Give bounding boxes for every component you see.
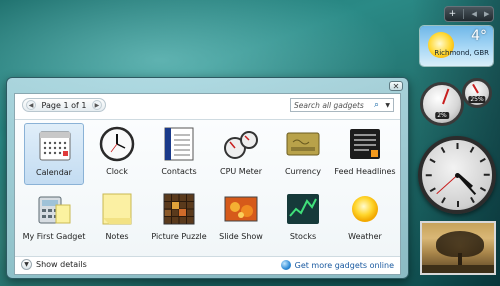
globe-icon [280,260,291,270]
next-page-button[interactable]: ▶ [91,100,102,110]
gadget-label: Currency [284,167,322,176]
gadget-label: My First Gadget [22,232,86,241]
gadget-label: Weather [348,232,382,241]
slide-show-icon [224,196,258,222]
cpu-meter-icon [224,131,258,159]
gadget-tile-calendar[interactable]: Calendar [24,123,84,185]
clock-tick [457,201,459,207]
gadget-tile-currency[interactable]: Currency [273,123,333,185]
add-gadget-button[interactable]: + [449,9,457,19]
gadget-tile-feed-headlines[interactable]: Feed Headlines [334,123,396,185]
search-dropdown-icon[interactable]: ▼ [385,102,390,109]
gadget-tile-contacts[interactable]: Contacts [149,123,209,185]
next-page-button[interactable]: ▶ [484,10,489,19]
chevron-down-icon: ▼ [21,259,32,270]
currency-icon [286,132,320,156]
ground [422,265,494,273]
gadget-label: Slide Show [219,232,263,241]
sidebar-controls-divider [463,9,465,19]
get-more-gadgets-label: Get more gadgets online [294,260,394,270]
search-input[interactable]: Search all gadgets [294,101,364,110]
memory-dial: 25% [462,78,492,108]
clock-tick [441,146,446,153]
weather-icon [352,196,378,222]
weather-gadget[interactable]: 4° Richmond, GBR [420,26,493,66]
clock-tick [441,197,446,204]
gadget-tile-stocks[interactable]: Stocks [273,188,333,250]
gadget-label: Notes [105,232,129,241]
clock-tick [429,187,436,192]
stocks-icon [287,194,319,224]
memory-readout: 25% [468,96,486,103]
gadget-tile-picture-puzzle[interactable]: Picture Puzzle [149,188,209,250]
weather-location: Richmond, GBR [434,49,489,57]
cpu-needle [442,88,450,105]
picture-puzzle-icon [163,193,195,225]
sidebar-controls: + ◀ ▶ [444,6,494,22]
clock-tick [479,187,486,192]
gadget-label: Calendar [36,168,72,177]
clock-center-pin [454,172,460,178]
cpu-readout: 2% [435,112,449,119]
gadget-tile-weather[interactable]: Weather [335,188,395,250]
gadget-label: Contacts [161,167,197,176]
gadget-label: Stocks [289,232,317,241]
memory-needle [472,83,479,94]
cpu-dial: 2% [420,82,464,126]
gadget-label: Picture Puzzle [151,232,207,241]
clock-minute-hand [457,174,477,195]
contacts-icon [164,127,194,161]
clock-tick [470,146,475,153]
feed-headlines-icon [350,129,380,159]
close-button[interactable]: ✕ [389,81,403,91]
clock-gadget[interactable] [418,136,496,214]
gadget-grid: Calendar Clock Contacts CPU Meter Curren… [15,119,400,257]
my-first-gadget-icon [38,196,71,224]
slideshow-gadget[interactable] [420,221,496,275]
previous-page-button[interactable]: ◀ [471,10,476,19]
clock-tick [457,143,459,149]
gadget-tile-slide-show[interactable]: Slide Show [211,188,271,250]
show-details-label: Show details [36,260,87,269]
calendar-icon [39,131,71,161]
gadget-gallery-window: ✕ ◀ Page 1 of 1 ▶ Search all gadgets ⌕ ▼… [6,77,409,279]
search-icon[interactable]: ⌕ [374,100,379,110]
gadget-label: Feed Headlines [334,167,396,176]
prev-page-button[interactable]: ◀ [26,100,36,110]
search-box[interactable]: Search all gadgets ⌕ ▼ [290,98,394,112]
clock-tick [470,197,475,204]
gadget-label: CPU Meter [220,167,262,176]
gallery-content: ◀ Page 1 of 1 ▶ Search all gadgets ⌕ ▼ C… [14,93,401,275]
gallery-footer: ▼ Show details Get more gadgets online [15,256,400,274]
gadget-tile-clock[interactable]: Clock [87,123,147,185]
gadget-tile-cpu-meter[interactable]: CPU Meter [211,123,271,185]
show-details-toggle[interactable]: ▼ Show details [21,259,87,270]
get-more-gadgets-link[interactable]: Get more gadgets online [280,260,394,270]
gadget-tile-notes[interactable]: Notes [87,188,147,250]
page-label: Page 1 of 1 [41,100,87,110]
cpu-meter-gadget[interactable]: 2% 25% [418,78,496,128]
clock-icon [99,126,135,162]
clock-tick [425,174,432,176]
notes-icon [102,193,132,225]
clock-tick [483,174,490,176]
clock-tick [429,158,436,163]
clock-second-hand [436,174,458,195]
gadget-tile-my-first-gadget[interactable]: My First Gadget [23,188,85,250]
page-navigator: ◀ Page 1 of 1 ▶ [22,98,106,112]
clock-tick [479,158,486,163]
weather-temperature: 4° [471,28,487,44]
gadget-label: Clock [106,167,128,176]
